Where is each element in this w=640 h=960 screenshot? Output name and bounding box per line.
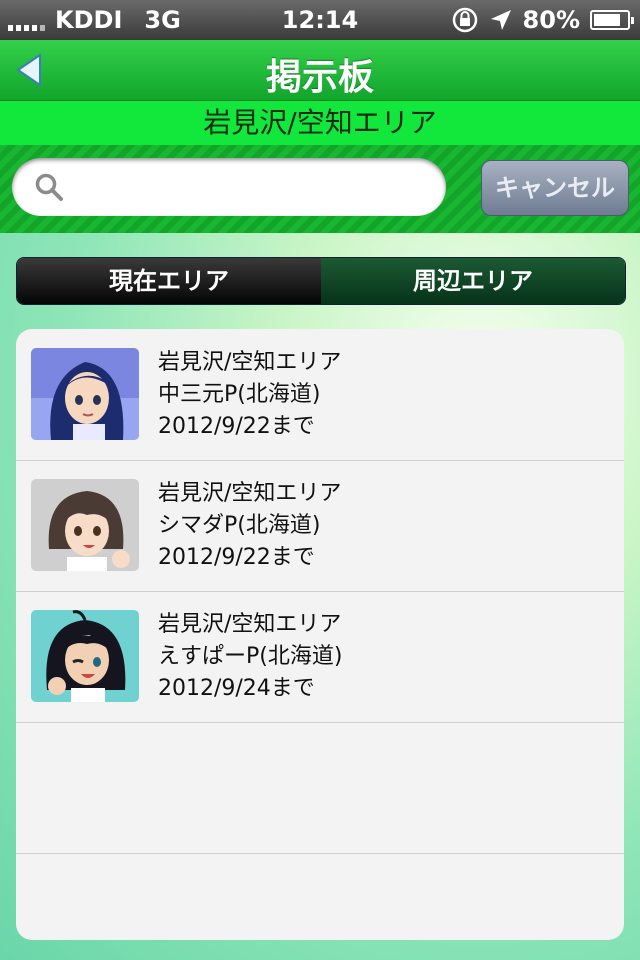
list-item[interactable]: 岩見沢/空知エリア えすぱーP(北海道) 2012/9/24まで [16, 591, 624, 723]
rotation-lock-icon [452, 7, 477, 33]
avatar [31, 348, 139, 440]
battery-percent: 80% [522, 6, 580, 34]
navigation-bar: 掲示板 [0, 40, 640, 101]
post-text: 岩見沢/空知エリア シマダP(北海道) 2012/9/22まで [158, 478, 341, 574]
area-label: 岩見沢/空知エリア [0, 101, 640, 145]
post-user: 中三元P(北海道) [158, 382, 321, 407]
post-area: 岩見沢/空知エリア [158, 350, 342, 375]
status-bar: KDDI 3G 12:14 80% [0, 0, 640, 40]
tab-nearby-area[interactable]: 周辺エリア [321, 258, 625, 304]
list-item[interactable]: 岩見沢/空知エリア 中三元P(北海道) 2012/9/22まで [16, 329, 624, 461]
post-text: 岩見沢/空知エリア えすぱーP(北海道) 2012/9/24まで [158, 609, 342, 705]
battery-icon [590, 10, 634, 30]
post-until: 2012/9/22まで [158, 414, 315, 439]
post-area: 岩見沢/空知エリア [158, 481, 342, 506]
search-bar: キャンセル [0, 145, 640, 233]
post-until: 2012/9/24まで [158, 676, 315, 701]
post-text: 岩見沢/空知エリア 中三元P(北海道) 2012/9/22まで [158, 347, 341, 443]
avatar [31, 479, 139, 571]
tab-current-area[interactable]: 現在エリア [17, 258, 321, 304]
status-right: 80% [451, 6, 634, 34]
list-item [16, 722, 624, 854]
post-until: 2012/9/22まで [158, 545, 315, 570]
page-title: 掲示板 [265, 57, 374, 98]
cancel-button[interactable]: キャンセル [481, 160, 629, 216]
post-user: えすぱーP(北海道) [158, 644, 343, 669]
list-item[interactable]: 岩見沢/空知エリア シマダP(北海道) 2012/9/22まで [16, 460, 624, 592]
search-icon [35, 173, 63, 201]
search-input[interactable] [12, 158, 446, 216]
board-list: 岩見沢/空知エリア 中三元P(北海道) 2012/9/22まで 岩見沢/空知エリ… [16, 329, 624, 940]
location-arrow-icon [490, 10, 511, 30]
area-segmented-control: 現在エリア 周辺エリア [16, 257, 626, 305]
avatar [31, 610, 139, 702]
post-area: 岩見沢/空知エリア [158, 612, 342, 637]
post-user: シマダP(北海道) [158, 513, 321, 538]
battery-fill [594, 14, 620, 26]
